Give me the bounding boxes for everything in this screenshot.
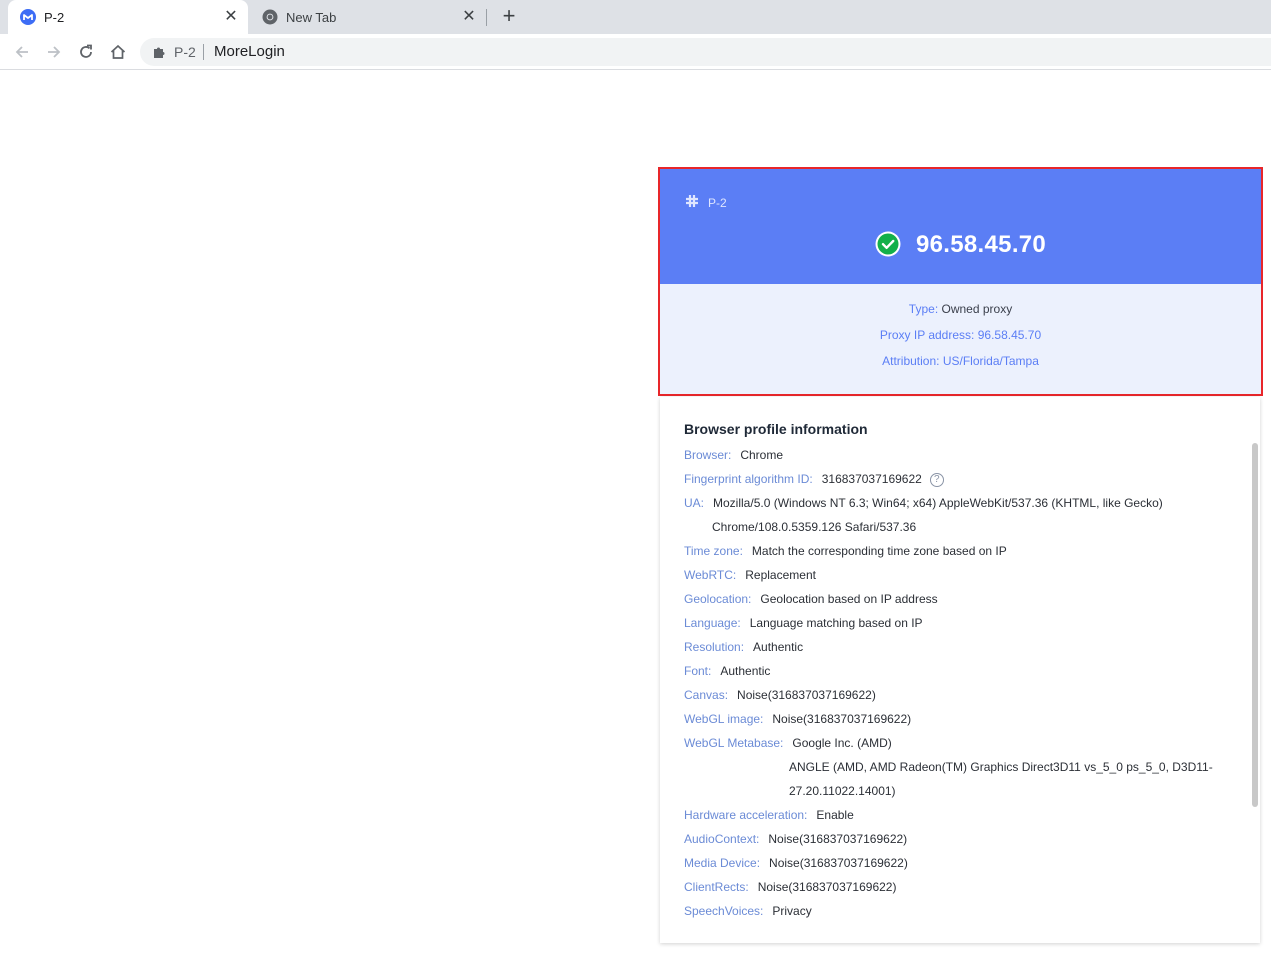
- tab-new-tab[interactable]: New Tab ✕: [250, 0, 486, 34]
- info-value: Mozilla/5.0 (Windows NT 6.3; Win64; x64)…: [713, 496, 1163, 510]
- info-value: Language matching based on IP: [749, 616, 923, 630]
- info-label: WebGL image:: [684, 712, 764, 726]
- proxy-attribution-value: US/Florida/Tampa: [942, 354, 1039, 368]
- puzzle-extension-icon: [154, 47, 165, 58]
- info-label: WebRTC:: [684, 568, 737, 582]
- info-row-canvas: Canvas: Noise(316837037169622): [684, 683, 876, 707]
- proxy-type-value: Owned proxy: [941, 302, 1013, 316]
- info-value: Authentic: [753, 640, 804, 654]
- info-value: Match the corresponding time zone based …: [751, 544, 1007, 558]
- profile-info-title: Browser profile information: [684, 421, 868, 437]
- info-value-continued: Chrome/108.0.5359.126 Safari/537.36: [712, 520, 917, 534]
- tab-title: P-2: [44, 10, 65, 25]
- chrome-icon: [262, 9, 278, 25]
- proxy-address-line: Proxy IP address: 96.58.45.70: [660, 328, 1261, 342]
- arrow-right-icon: [48, 46, 61, 58]
- info-row-font: Font: Authentic: [684, 659, 770, 683]
- info-row-webrtc: WebRTC: Replacement: [684, 563, 816, 587]
- new-tab-button[interactable]: +: [497, 5, 521, 29]
- profile-info-card: Browser profile information Browser: Chro…: [660, 397, 1260, 943]
- info-row-webgl-metabase: WebGL Metabase: Google Inc. (AMD): [684, 731, 892, 755]
- help-icon[interactable]: ?: [929, 472, 944, 487]
- info-row-browser: Browser: Chrome: [684, 443, 783, 467]
- info-label: Media Device:: [684, 856, 761, 870]
- info-value-continued: ANGLE (AMD, AMD Radeon(TM) Graphics Dire…: [789, 760, 1213, 774]
- info-label: Language:: [684, 616, 741, 630]
- morelogin-icon: [20, 9, 36, 25]
- info-row-audiocontext: AudioContext: Noise(316837037169622): [684, 827, 907, 851]
- info-value-continued: 27.20.11022.14001): [789, 784, 896, 798]
- reload-button[interactable]: [74, 40, 98, 64]
- extension-name: P-2: [174, 44, 196, 60]
- info-row-fingerprint-id: Fingerprint algorithm ID: 316837037169622…: [684, 467, 944, 491]
- proxy-address-label: Proxy IP address:: [879, 328, 975, 342]
- info-value: Authentic: [720, 664, 771, 678]
- info-row-clientrects: ClientRects: Noise(316837037169622): [684, 875, 896, 899]
- info-label: Canvas:: [684, 688, 729, 702]
- info-label: Font:: [684, 664, 712, 678]
- scrollbar[interactable]: [1252, 443, 1258, 807]
- tab-title: New Tab: [286, 10, 337, 25]
- info-row-time-zone: Time zone: Match the corresponding time z…: [684, 539, 1007, 563]
- proxy-type-line: Type: Owned proxy: [660, 302, 1261, 316]
- info-value: Privacy: [772, 904, 812, 918]
- proxy-attribution-line: Attribution: US/Florida/Tampa: [660, 354, 1261, 368]
- hash-grid-icon: [686, 195, 698, 207]
- info-value: Noise(316837037169622): [768, 832, 908, 846]
- info-label: Geolocation:: [684, 592, 752, 606]
- info-label: Browser:: [684, 448, 732, 462]
- info-row-webgl-image: WebGL image: Noise(316837037169622): [684, 707, 911, 731]
- info-label: ClientRects:: [684, 880, 749, 894]
- proxy-status-panel: P-2 96.58.45.70 Type: Owned proxy Proxy …: [658, 167, 1263, 396]
- info-row-ua: UA: Mozilla/5.0 (Windows NT 6.3; Win64; x…: [684, 491, 1163, 515]
- info-value: Enable: [816, 808, 854, 822]
- close-tab-icon[interactable]: ✕: [222, 8, 240, 26]
- info-label: Resolution:: [684, 640, 745, 654]
- info-label: Hardware acceleration:: [684, 808, 808, 822]
- info-label: SpeechVoices:: [684, 904, 764, 918]
- page-title: MoreLogin: [214, 43, 285, 60]
- info-value: Chrome: [740, 448, 784, 462]
- home-button[interactable]: [106, 40, 130, 64]
- info-label: UA:: [684, 496, 705, 510]
- forward-button[interactable]: [42, 40, 66, 64]
- info-value: Google Inc. (AMD): [792, 736, 892, 750]
- info-value: Noise(316837037169622): [772, 712, 912, 726]
- info-row-resolution: Resolution: Authentic: [684, 635, 803, 659]
- proxy-attribution-label: Attribution:: [882, 354, 940, 368]
- info-value: Noise(316837037169622): [737, 688, 876, 702]
- info-row-geolocation: Geolocation: Geolocation based on IP addr…: [684, 587, 938, 611]
- reload-icon: [80, 44, 92, 58]
- omnibox-divider: [203, 44, 204, 60]
- info-value: Noise(316837037169622): [769, 856, 908, 870]
- back-button[interactable]: [10, 40, 34, 64]
- info-value: Geolocation based on IP address: [760, 592, 938, 606]
- close-tab-icon[interactable]: ✕: [460, 8, 478, 26]
- proxy-address-value: 96.58.45.70: [977, 328, 1042, 342]
- info-row-speechvoices: SpeechVoices: Privacy: [684, 899, 812, 923]
- info-row-media-device: Media Device: Noise(316837037169622): [684, 851, 908, 875]
- info-label: Time zone:: [684, 544, 743, 558]
- home-icon: [110, 44, 126, 59]
- info-label: Fingerprint algorithm ID:: [684, 472, 813, 486]
- info-value: Replacement: [745, 568, 816, 582]
- tab-p2[interactable]: P-2 ✕: [8, 0, 248, 34]
- proxy-header: P-2 96.58.45.70: [660, 169, 1261, 284]
- proxy-type-label: Type:: [908, 302, 939, 316]
- info-label: WebGL Metabase:: [684, 736, 784, 750]
- info-label: AudioContext:: [684, 832, 760, 846]
- info-row-hardware-acceleration: Hardware acceleration: Enable: [684, 803, 854, 827]
- proxy-ip: 96.58.45.70: [916, 231, 1047, 258]
- profile-name: P-2: [708, 196, 727, 210]
- tab-divider: [486, 9, 487, 26]
- browser-toolbar: P-2 MoreLogin: [0, 34, 1271, 70]
- info-value: 316837037169622: [821, 472, 922, 486]
- tab-strip: P-2 ✕ New Tab ✕ +: [0, 0, 1271, 34]
- check-circle-icon: [875, 231, 901, 257]
- arrow-left-icon: [15, 46, 28, 58]
- info-row-language: Language: Language matching based on IP: [684, 611, 923, 635]
- address-bar[interactable]: P-2 MoreLogin: [140, 38, 1271, 66]
- info-value: Noise(316837037169622): [757, 880, 897, 894]
